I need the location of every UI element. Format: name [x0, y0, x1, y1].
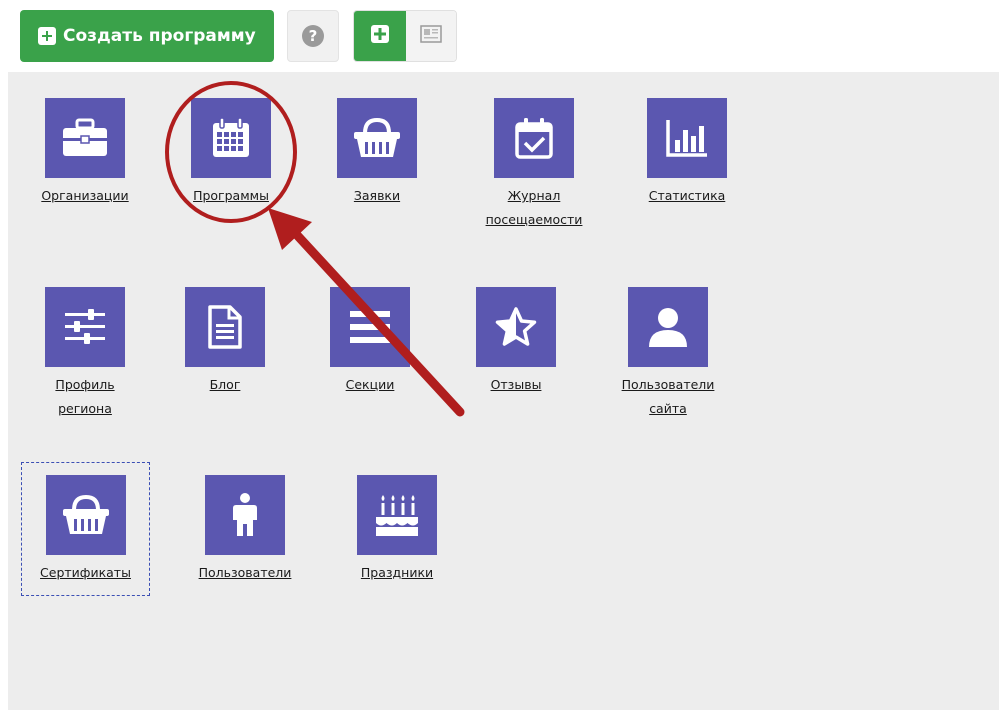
tile-sections[interactable]: Секции [310, 287, 430, 397]
toolbar: Создать программу ? [0, 0, 999, 72]
bar-chart-icon [647, 98, 727, 178]
tile-region-profile[interactable]: Профиль региона [20, 287, 150, 421]
tile-label: Сертификаты [40, 565, 131, 580]
tile-holidays[interactable]: Праздники [337, 475, 457, 585]
tile-label: Заявки [353, 188, 401, 203]
tile-attendance[interactable]: Журнал посещаемости [470, 98, 598, 232]
tile-label: Журнал посещаемости [485, 188, 583, 227]
briefcase-icon [45, 98, 125, 178]
tile-organizations[interactable]: Организации [20, 98, 150, 208]
tile-site-users[interactable]: Пользователи сайта [608, 287, 728, 421]
create-program-label: Создать программу [63, 26, 256, 46]
tile-label: Секции [345, 377, 395, 392]
add-view-button[interactable] [354, 11, 406, 61]
create-program-button[interactable]: Создать программу [20, 10, 274, 62]
list-icon [330, 287, 410, 367]
tile-label: Организации [41, 188, 129, 203]
user-icon [628, 287, 708, 367]
tile-label: Профиль региона [55, 377, 115, 416]
tile-label: Статистика [648, 188, 726, 203]
tile-label: Пользователи [198, 565, 292, 580]
tile-statistics[interactable]: Статистика [627, 98, 747, 208]
basket-icon [45, 475, 126, 555]
tile-blog[interactable]: Блог [165, 287, 285, 397]
person-icon [205, 475, 285, 555]
tile-label: Праздники [360, 565, 434, 580]
tile-programs[interactable]: Программы [171, 98, 291, 208]
tile-applications[interactable]: Заявки [317, 98, 437, 208]
card-view-icon [420, 25, 442, 47]
cake-icon [357, 475, 437, 555]
help-button[interactable]: ? [287, 10, 339, 62]
star-icon [476, 287, 556, 367]
view-toggle [353, 10, 457, 62]
tile-label: Блог [209, 377, 241, 392]
calendar-check-icon [494, 98, 574, 178]
tile-reviews[interactable]: Отзывы [456, 287, 576, 397]
tile-label: Программы [193, 188, 269, 203]
tile-certificates[interactable]: Сертификаты [21, 475, 150, 585]
plus-square-icon [370, 24, 390, 48]
card-view-button[interactable] [406, 11, 456, 61]
help-icon: ? [302, 25, 324, 47]
tile-label: Пользователи сайта [621, 377, 715, 416]
calendar-icon [191, 98, 271, 178]
plus-icon [38, 27, 56, 45]
tile-users[interactable]: Пользователи [185, 475, 305, 585]
basket-icon [337, 98, 417, 178]
sliders-icon [45, 287, 125, 367]
tile-label: Отзывы [490, 377, 542, 392]
document-icon [185, 287, 265, 367]
